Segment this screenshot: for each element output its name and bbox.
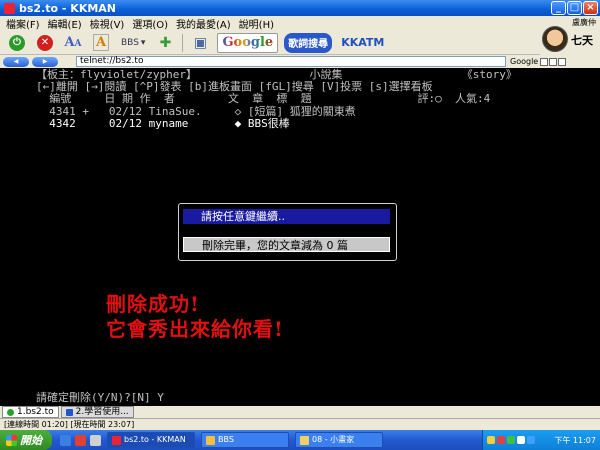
taskbar: 開始 bs2.to - KKMAN BBS 08 - 小畫家 下午 11:07: [0, 430, 600, 450]
connection-tabs: 1.bs2.to 2.學習使用...: [0, 406, 600, 418]
annotation-line-2: 它會秀出來給你看!: [106, 317, 284, 341]
connection-tab-2[interactable]: 2.學習使用...: [60, 406, 134, 418]
task-label: BBS: [218, 435, 234, 444]
status-bar: [連線時間 01:20] [現在時間 23:07]: [0, 418, 600, 430]
bbs-list-button[interactable]: BBS ▾: [118, 33, 148, 53]
back-arrow-icon: ◀: [13, 57, 19, 65]
menu-options[interactable]: 選項(O): [132, 16, 168, 31]
font-style-button[interactable]: A: [90, 33, 112, 53]
user-tag: 七天: [571, 34, 593, 47]
menu-favorites[interactable]: 我的最愛(A): [176, 16, 231, 31]
font-button[interactable]: AA: [62, 33, 84, 53]
bbs-icon: BBS: [121, 37, 139, 48]
box-button[interactable]: ▣: [189, 33, 211, 53]
column-headers: 編號 日 期 作 者 文 章 標 題 評:○ 人氣:4: [36, 92, 491, 105]
dialog-message: 刪除完畢，您的文章減為 0 篇: [183, 237, 390, 252]
tray-icon[interactable]: [527, 436, 535, 444]
username: 盧廣仲: [572, 18, 596, 27]
stop-icon: ✕: [37, 34, 53, 51]
power-icon: ⏻: [9, 34, 25, 51]
panel-controls: [540, 57, 567, 66]
connected-icon: [7, 408, 14, 416]
kkatm-label: KKATM: [341, 36, 385, 49]
maximize-button[interactable]: □: [567, 1, 582, 15]
task-paint[interactable]: 08 - 小畫家: [295, 432, 383, 448]
menu-edit[interactable]: 編輯(E): [48, 16, 82, 31]
list-item[interactable]: 4342 02/12 myname ◆ BBS很棒: [36, 118, 290, 130]
close-button[interactable]: ×: [583, 1, 598, 15]
delete-prompt: 請確定刪除(Y/N)?[N] Y: [36, 391, 164, 404]
menu-file[interactable]: 檔案(F): [6, 16, 40, 31]
connect-button[interactable]: ⏻: [6, 33, 28, 53]
folder-icon: [206, 435, 215, 445]
paint-icon: [300, 435, 309, 445]
puzzle-icon: ✚: [159, 34, 172, 51]
google-button[interactable]: Google: [217, 32, 279, 53]
connection-tab-label: 2.學習使用...: [75, 407, 129, 417]
window-title: bs2.to - KKMAN: [19, 1, 117, 15]
avatar[interactable]: [542, 26, 568, 52]
windows-logo-icon: [6, 434, 17, 446]
menu-help[interactable]: 說明(H): [239, 16, 274, 31]
toolbar-separator: [182, 33, 184, 52]
font-size-icon: AA: [64, 35, 82, 50]
task-label: bs2.to - KKMAN: [124, 435, 186, 444]
ie-icon[interactable]: [60, 434, 71, 446]
tray-icon[interactable]: [507, 436, 515, 444]
panel-icon[interactable]: [540, 57, 549, 66]
menu-bar: 檔案(F) 編輯(E) 檢視(V) 選項(O) 我的最愛(A) 說明(H): [0, 16, 540, 31]
dialog-title: 請按任意鍵繼續..: [183, 209, 390, 224]
page-icon: [65, 408, 73, 416]
address-bar: ◀ ▶ telnet://bs2.to Google: [0, 55, 600, 68]
title-bar: bs2.to - KKMAN _ □ ×: [0, 0, 600, 16]
task-bbs-folder[interactable]: BBS: [201, 432, 289, 448]
start-label: 開始: [20, 434, 42, 447]
font-style-icon: A: [92, 34, 110, 51]
box-icon: ▣: [193, 34, 208, 51]
tray-icon[interactable]: [497, 436, 505, 444]
back-button[interactable]: ◀: [3, 56, 29, 67]
start-button[interactable]: 開始: [0, 430, 52, 450]
system-tray: 下午 11:07: [482, 430, 600, 450]
clock: 下午 11:07: [554, 435, 596, 445]
forward-button[interactable]: ▶: [32, 56, 58, 67]
close-panel-icon[interactable]: [558, 57, 567, 66]
address-input[interactable]: telnet://bs2.to: [76, 56, 506, 67]
plugin-button[interactable]: ✚: [154, 33, 176, 53]
media-icon[interactable]: [75, 434, 86, 446]
tray-icon[interactable]: [487, 436, 495, 444]
user-panel: 盧廣仲 七天: [540, 16, 600, 55]
chevron-down-icon: ▾: [140, 37, 146, 48]
quick-launch: [60, 434, 101, 446]
lyric-label: 歌詞搜尋: [288, 39, 329, 50]
kkman-icon: [112, 435, 121, 445]
status-text: [連線時間 01:20] [現在時間 23:07]: [4, 420, 135, 429]
connection-tab-label: 1.bs2.to: [17, 407, 54, 417]
app-icon: [4, 2, 15, 14]
task-label: 08 - 小畫家: [312, 435, 355, 444]
lyric-search-button[interactable]: 歌詞搜尋: [284, 32, 333, 53]
tray-icon[interactable]: [517, 436, 525, 444]
task-kkman[interactable]: bs2.to - KKMAN: [107, 432, 195, 448]
window-controls: _ □ ×: [551, 1, 598, 15]
forward-arrow-icon: ▶: [42, 57, 48, 65]
google-label: Google: [222, 35, 274, 50]
message-dialog[interactable]: 請按任意鍵繼續.. 刪除完畢，您的文章減為 0 篇: [178, 203, 397, 261]
minimize-button[interactable]: _: [551, 1, 566, 15]
disconnect-button[interactable]: ✕: [34, 33, 56, 53]
connection-tab-1[interactable]: 1.bs2.to: [2, 406, 59, 418]
desktop-icon[interactable]: [90, 434, 101, 446]
toolbar: ⏻ ✕ AA A BBS ▾ ✚ ▣ Google 歌詞搜尋 KKATM: [0, 31, 540, 55]
restore-icon[interactable]: [549, 57, 558, 66]
menu-view[interactable]: 檢視(V): [90, 16, 125, 31]
google-search-label[interactable]: Google: [510, 57, 538, 66]
kkatm-button[interactable]: KKATM: [338, 33, 387, 53]
